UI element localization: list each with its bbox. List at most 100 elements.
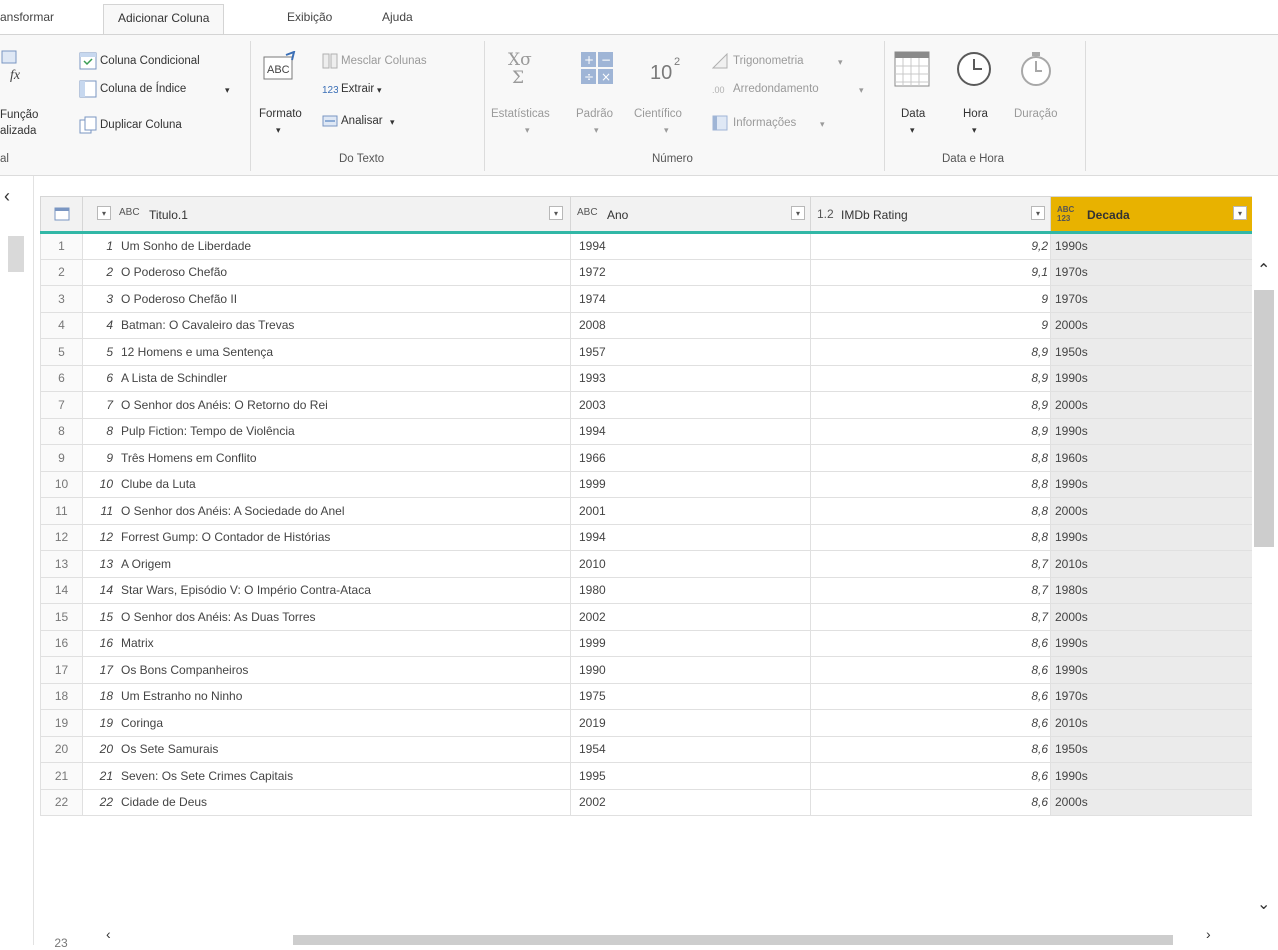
cell-titulo[interactable]: 7 O Senhor dos Anéis: O Retorno do Rei [82, 391, 571, 419]
table-row[interactable]: 22 22 Cidade de Deus 2002 8,6 2000s [40, 788, 1252, 816]
cell-decada[interactable]: 2010s [1050, 709, 1252, 737]
cell-imdb-rating[interactable]: 8,9 [810, 417, 1051, 445]
cell-decada[interactable]: 1980s [1050, 576, 1252, 604]
vertical-scroll-thumb[interactable] [1254, 290, 1274, 547]
cell-decada[interactable]: 2000s [1050, 311, 1252, 339]
table-row[interactable]: 21 21 Seven: Os Sete Crimes Capitais 1995 8,… [40, 762, 1252, 790]
table-row[interactable]: 7 7 O Senhor dos Anéis: O Retorno do Rei 20… [40, 391, 1252, 419]
cell-imdb-rating[interactable]: 8,7 [810, 603, 1051, 631]
column-header-titulo[interactable]: ▾ ABC Titulo.1 ▾ [82, 196, 571, 234]
row-number[interactable]: 15 [40, 603, 83, 631]
row-number[interactable]: 18 [40, 682, 83, 710]
table-row[interactable]: 18 18 Um Estranho no Ninho 1975 8,6 1970s [40, 682, 1252, 710]
cell-titulo[interactable]: 13 A Origem [82, 550, 571, 578]
cell-ano[interactable]: 2002 [570, 788, 811, 816]
table-row[interactable]: 11 11 O Senhor dos Anéis: A Sociedade do A… [40, 497, 1252, 525]
cell-ano[interactable]: 1974 [570, 285, 811, 313]
cell-titulo[interactable]: 14 Star Wars, Episódio V: O Império Contr… [82, 576, 571, 604]
cell-decada[interactable]: 2000s [1050, 788, 1252, 816]
horizontal-scroll-thumb[interactable] [293, 935, 1173, 945]
cell-imdb-rating[interactable]: 9 [810, 285, 1051, 313]
row-number[interactable]: 13 [40, 550, 83, 578]
queries-pane-scrollbar[interactable] [8, 236, 24, 272]
table-row[interactable]: 17 17 Os Bons Companheiros 1990 8,6 1990s [40, 656, 1252, 684]
cell-decada[interactable]: 1970s [1050, 258, 1252, 286]
cell-decada[interactable]: 1990s [1050, 470, 1252, 498]
cell-ano[interactable]: 2001 [570, 497, 811, 525]
cell-titulo[interactable]: 12 Forrest Gump: O Contador de Histórias [82, 523, 571, 551]
vertical-scrollbar[interactable]: ⌃ ⌄ [1252, 260, 1278, 920]
cell-imdb-rating[interactable]: 8,8 [810, 444, 1051, 472]
tab-adicionar-coluna[interactable]: Adicionar Coluna [103, 4, 225, 35]
cell-imdb-rating[interactable]: 8,8 [810, 470, 1051, 498]
column-filter-dropdown[interactable]: ▾ [1233, 206, 1247, 220]
cell-titulo[interactable]: 9 Três Homens em Conflito [82, 444, 571, 472]
cell-ano[interactable]: 2008 [570, 311, 811, 339]
cell-decada[interactable]: 1970s [1050, 285, 1252, 313]
table-menu-cell[interactable] [40, 196, 83, 234]
tab-ajuda[interactable]: Ajuda [382, 10, 413, 24]
cell-decada[interactable]: 1990s [1050, 656, 1252, 684]
cell-titulo[interactable]: 20 Os Sete Samurais [82, 735, 571, 763]
cell-decada[interactable]: 2000s [1050, 391, 1252, 419]
cell-ano[interactable]: 1966 [570, 444, 811, 472]
column-type-dropdown[interactable]: ▾ [97, 206, 111, 220]
cell-titulo[interactable]: 17 Os Bons Companheiros [82, 656, 571, 684]
cell-decada[interactable]: 1960s [1050, 444, 1252, 472]
table-row[interactable]: 2 2 O Poderoso Chefão 1972 9,1 1970s [40, 258, 1252, 286]
cell-titulo[interactable]: 21 Seven: Os Sete Crimes Capitais [82, 762, 571, 790]
row-number[interactable]: 7 [40, 391, 83, 419]
column-filter-dropdown[interactable]: ▾ [791, 206, 805, 220]
row-number[interactable]: 8 [40, 417, 83, 445]
cell-titulo[interactable]: 16 Matrix [82, 629, 571, 657]
cell-imdb-rating[interactable]: 8,7 [810, 550, 1051, 578]
cell-decada[interactable]: 1990s [1050, 417, 1252, 445]
cell-titulo[interactable]: 18 Um Estranho no Ninho [82, 682, 571, 710]
cell-imdb-rating[interactable]: 8,7 [810, 576, 1051, 604]
row-number[interactable]: 5 [40, 338, 83, 366]
row-number[interactable]: 16 [40, 629, 83, 657]
cell-titulo[interactable]: 8 Pulp Fiction: Tempo de Violência [82, 417, 571, 445]
cell-decada[interactable]: 1990s [1050, 629, 1252, 657]
cell-imdb-rating[interactable]: 8,9 [810, 391, 1051, 419]
table-row[interactable]: 8 8 Pulp Fiction: Tempo de Violência 1994 8,… [40, 417, 1252, 445]
table-row[interactable]: 10 10 Clube da Luta 1999 8,8 1990s [40, 470, 1252, 498]
table-row[interactable]: 3 3 O Poderoso Chefão II 1974 9 1970s [40, 285, 1252, 313]
cell-titulo[interactable]: 1 Um Sonho de Liberdade [82, 232, 571, 260]
cell-imdb-rating[interactable]: 8,6 [810, 656, 1051, 684]
column-filter-dropdown[interactable]: ▾ [1031, 206, 1045, 220]
cell-imdb-rating[interactable]: 8,8 [810, 523, 1051, 551]
cell-titulo[interactable]: 6 A Lista de Schindler [82, 364, 571, 392]
table-row[interactable]: 19 19 Coringa 2019 8,6 2010s [40, 709, 1252, 737]
cell-titulo[interactable]: 5 12 Homens e uma Sentença [82, 338, 571, 366]
table-row[interactable]: 15 15 O Senhor dos Anéis: As Duas Torres 20… [40, 603, 1252, 631]
table-row[interactable]: 6 6 A Lista de Schindler 1993 8,9 1990s [40, 364, 1252, 392]
cell-titulo[interactable]: 15 O Senhor dos Anéis: As Duas Torres [82, 603, 571, 631]
row-number[interactable]: 1 [40, 232, 83, 260]
table-row[interactable]: 13 13 A Origem 2010 8,7 2010s [40, 550, 1252, 578]
cell-decada[interactable]: 1950s [1050, 735, 1252, 763]
table-row[interactable]: 12 12 Forrest Gump: O Contador de História… [40, 523, 1252, 551]
tab-transformar[interactable]: ansformar [0, 10, 54, 24]
row-number[interactable]: 9 [40, 444, 83, 472]
cell-ano[interactable]: 1995 [570, 762, 811, 790]
cell-imdb-rating[interactable]: 8,9 [810, 338, 1051, 366]
table-row[interactable]: 14 14 Star Wars, Episódio V: O Império Con… [40, 576, 1252, 604]
cell-imdb-rating[interactable]: 8,6 [810, 735, 1051, 763]
cell-decada[interactable]: 1950s [1050, 338, 1252, 366]
cell-ano[interactable]: 1954 [570, 735, 811, 763]
column-filter-dropdown[interactable]: ▾ [549, 206, 563, 220]
cell-ano[interactable]: 1994 [570, 232, 811, 260]
cell-ano[interactable]: 2002 [570, 603, 811, 631]
cell-ano[interactable]: 1975 [570, 682, 811, 710]
table-row[interactable]: 4 4 Batman: O Cavaleiro das Trevas 2008 9 200… [40, 311, 1252, 339]
cell-ano[interactable]: 1980 [570, 576, 811, 604]
cell-ano[interactable]: 1999 [570, 629, 811, 657]
cell-ano[interactable]: 1994 [570, 417, 811, 445]
cell-titulo[interactable]: 11 O Senhor dos Anéis: A Sociedade do Ane… [82, 497, 571, 525]
cell-ano[interactable]: 1990 [570, 656, 811, 684]
cell-imdb-rating[interactable]: 9,2 [810, 232, 1051, 260]
chevron-left-icon[interactable]: ‹ [4, 186, 10, 207]
row-number[interactable]: 20 [40, 735, 83, 763]
cell-decada[interactable]: 1990s [1050, 364, 1252, 392]
